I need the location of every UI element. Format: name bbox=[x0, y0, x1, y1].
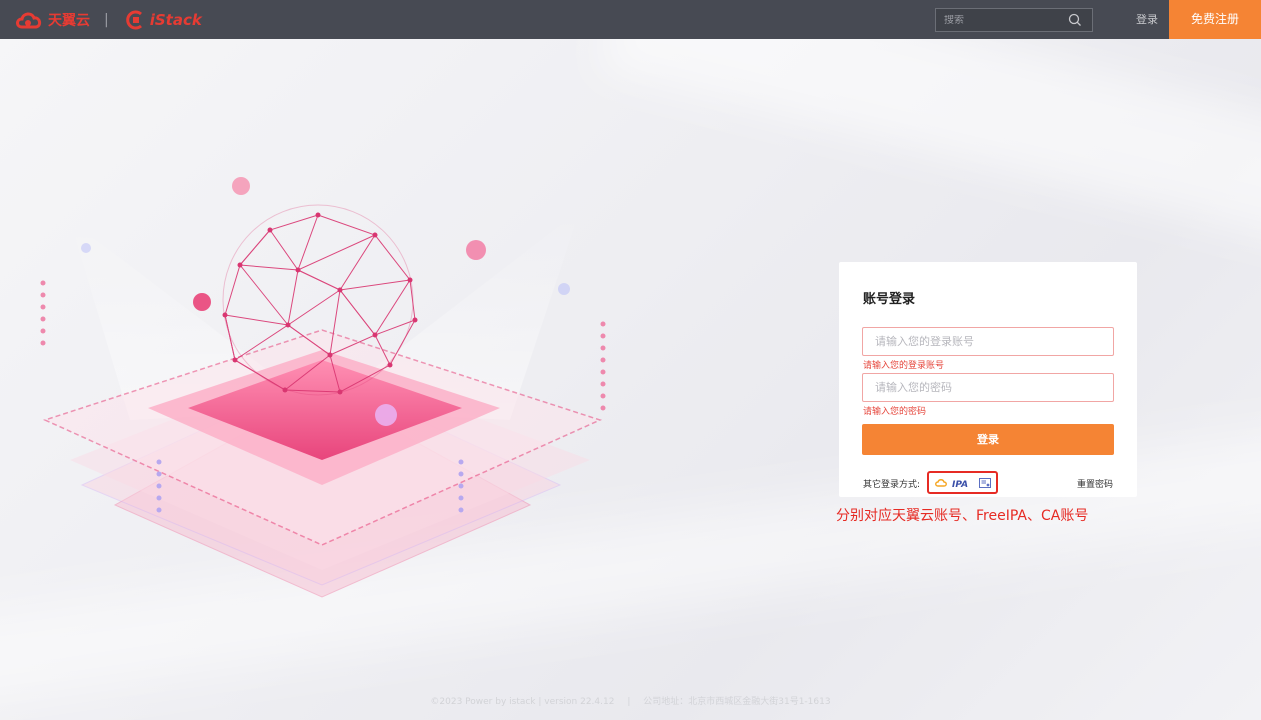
footer-address: 公司地址：北京市西城区金融大街31号1-1613 bbox=[643, 697, 831, 707]
freeipa-icon: IPA bbox=[952, 480, 968, 488]
page-footer: ©2023 Power by istack | version 22.4.12 … bbox=[0, 694, 1261, 707]
provider-annotation-text: 分别对应天翼云账号、FreeIPA、CA账号 bbox=[836, 508, 1089, 524]
footer-copyright: ©2023 Power by istack | version 22.4.12 bbox=[430, 697, 615, 707]
istack-logo-icon bbox=[125, 10, 142, 29]
login-provider-group: IPA bbox=[927, 471, 998, 494]
login-title: 账号登录 bbox=[863, 292, 916, 307]
password-field bbox=[862, 373, 1114, 402]
tianyi-cloud-logo-icon bbox=[16, 12, 42, 28]
reset-password-link[interactable]: 重置密码 bbox=[1077, 477, 1113, 490]
background-sheen bbox=[598, 0, 1261, 288]
other-login-methods-label: 其它登录方式: bbox=[863, 480, 921, 490]
brand-separator: | bbox=[104, 11, 109, 28]
footer-separator: | bbox=[627, 697, 631, 707]
password-error-message: 请输入您的密码 bbox=[863, 407, 927, 417]
login-submit-button[interactable]: 登录 bbox=[862, 424, 1114, 455]
account-input[interactable] bbox=[863, 328, 1113, 355]
header-login-link[interactable]: 登录 bbox=[1136, 0, 1158, 39]
password-input[interactable] bbox=[863, 374, 1113, 401]
freeipa-icon-label: IPA bbox=[952, 480, 968, 488]
freeipa-login-button[interactable]: IPA bbox=[952, 478, 974, 488]
top-nav-bar: 天翼云 | iStack 登录 免费注册 bbox=[0, 0, 1261, 39]
ca-certificate-icon bbox=[978, 477, 991, 488]
account-error-message: 请输入您的登录账号 bbox=[863, 361, 945, 371]
hero-illustration bbox=[40, 177, 606, 598]
brand-name: 天翼云 bbox=[48, 12, 90, 29]
tianyi-cloud-login-button[interactable] bbox=[934, 478, 947, 488]
search-icon[interactable] bbox=[1068, 13, 1082, 27]
brand-logo-group[interactable]: 天翼云 | iStack bbox=[0, 0, 202, 39]
register-button[interactable]: 免费注册 bbox=[1169, 0, 1261, 39]
account-field bbox=[862, 327, 1114, 356]
search-input[interactable] bbox=[936, 14, 1064, 26]
search-box bbox=[935, 8, 1093, 32]
login-card: 账号登录 请输入您的登录账号 请输入您的密码 登录 其它登录方式: IPA bbox=[839, 262, 1137, 497]
product-name: iStack bbox=[149, 10, 202, 29]
ca-login-button[interactable] bbox=[978, 477, 991, 488]
tianyi-cloud-icon bbox=[934, 478, 947, 487]
